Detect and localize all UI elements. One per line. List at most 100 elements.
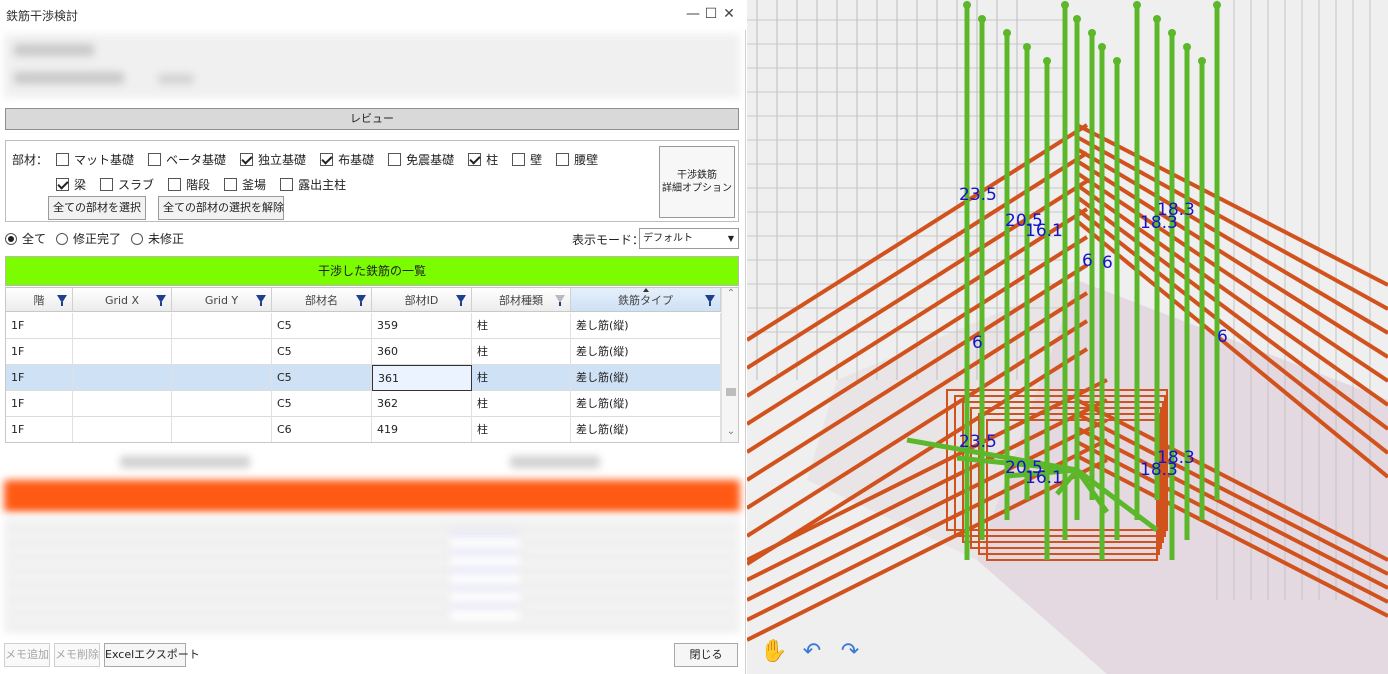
scroll-down-icon[interactable]: ⌄	[722, 426, 738, 442]
checkbox-box[interactable]	[556, 153, 570, 166]
row1-checkbox-4[interactable]: 免震基礎	[388, 151, 454, 168]
cell-member-type[interactable]: 柱	[472, 391, 571, 417]
deselect-all-members-button[interactable]: 全ての部材の選択を解除	[158, 196, 284, 220]
cell-member-type[interactable]: 柱	[472, 417, 571, 442]
rebar-scene[interactable]: 23.520.516.118.318.36 66 623.520.516.118.3…	[747, 0, 1388, 674]
cell-grid-y[interactable]	[172, 313, 272, 339]
row2-checkbox-3[interactable]: 釜場	[224, 176, 266, 193]
table-row[interactable]: 1F C5 361 柱差し筋(縦)	[6, 365, 721, 391]
checkbox-box[interactable]	[56, 178, 69, 191]
cell-grid-x[interactable]	[73, 313, 172, 339]
close-button[interactable]: 閉じる	[674, 643, 738, 667]
row1-checkbox-2[interactable]: 独立基礎	[240, 151, 306, 168]
hand-pan-icon[interactable]: ✋	[759, 638, 789, 666]
cell-member-name[interactable]: C5	[272, 391, 372, 417]
cell-member-id[interactable]: 362	[372, 391, 472, 417]
review-button[interactable]: レビュー	[5, 108, 739, 130]
cell-rebar-type[interactable]: 差し筋(縦)	[571, 391, 721, 417]
checkbox-box[interactable]	[468, 153, 482, 166]
filter-funnel-icon[interactable]	[256, 295, 266, 306]
cell-member-id[interactable]: 360	[372, 339, 472, 365]
table-row[interactable]: 1F C6 419 柱差し筋(縦)	[6, 417, 721, 442]
maximize-icon[interactable]: ☐	[702, 5, 720, 23]
table-row[interactable]: 1F C5 359 柱差し筋(縦)	[6, 313, 721, 339]
cell-member-type[interactable]: 柱	[472, 339, 571, 365]
close-icon[interactable]: ✕	[720, 5, 738, 23]
checkbox-box[interactable]	[148, 153, 162, 166]
redo-arrow-icon[interactable]: ↷	[835, 638, 865, 666]
cell-floor[interactable]: 1F	[6, 365, 73, 391]
cell-grid-x[interactable]	[73, 391, 172, 417]
checkbox-box[interactable]	[388, 153, 402, 166]
table-row[interactable]: 1F C5 362 柱差し筋(縦)	[6, 391, 721, 417]
filter-funnel-icon[interactable]	[156, 295, 166, 306]
cell-grid-y[interactable]	[172, 391, 272, 417]
row1-checkbox-6[interactable]: 壁	[512, 151, 542, 168]
row1-checkbox-3[interactable]: 布基礎	[320, 151, 374, 168]
status-radio-0[interactable]: 全て	[5, 230, 46, 247]
column-header-grid-y[interactable]: Grid Y	[172, 288, 272, 312]
cell-member-id[interactable]: 359	[372, 313, 472, 339]
cell-floor[interactable]: 1F	[6, 339, 73, 365]
column-header-member-name[interactable]: 部材名	[272, 288, 372, 312]
filter-funnel-icon[interactable]	[705, 295, 715, 306]
checkbox-box[interactable]	[100, 178, 114, 191]
cell-grid-y[interactable]	[172, 365, 272, 391]
column-header-member-type[interactable]: 部材種類	[472, 288, 571, 312]
column-header-member-id[interactable]: 部材ID	[372, 288, 472, 312]
cell-grid-x[interactable]	[73, 417, 172, 442]
column-header-grid-x[interactable]: Grid X	[73, 288, 172, 312]
cell-member-name[interactable]: C6	[272, 417, 372, 442]
cell-floor[interactable]: 1F	[6, 313, 73, 339]
status-radio-1[interactable]: 修正完了	[56, 230, 121, 247]
rebar-3d-view[interactable]: 23.5 20.5 16.1 18.3 18.3 6 6 6 6 23.5 20.5 16.1 18.3…	[747, 0, 1388, 674]
cell-grid-x[interactable]	[73, 339, 172, 365]
cell-member-id[interactable]: 419	[372, 417, 472, 442]
cell-rebar-type[interactable]: 差し筋(縦)	[571, 313, 721, 339]
cell-member-type[interactable]: 柱	[472, 313, 571, 339]
status-radio-2[interactable]: 未修正	[131, 230, 184, 247]
table-row[interactable]: 1F C5 360 柱差し筋(縦)	[6, 339, 721, 365]
row2-checkbox-4[interactable]: 露出主柱	[280, 176, 346, 193]
column-header-rebar-type[interactable]: 鉄筋タイプ	[571, 288, 721, 312]
radio-dot[interactable]	[131, 232, 144, 245]
display-mode-select[interactable]: デフォルト ▼	[639, 228, 739, 249]
cell-grid-y[interactable]	[172, 339, 272, 365]
cell-member-id[interactable]: 361	[372, 365, 472, 391]
interference-detail-options-button[interactable]: 干渉鉄筋 詳細オプション	[659, 146, 735, 218]
excel-export-button[interactable]: Excelエクスポート	[104, 643, 200, 667]
filter-funnel-icon[interactable]	[456, 295, 466, 306]
row2-checkbox-0[interactable]: 梁	[56, 176, 86, 193]
cell-grid-y[interactable]	[172, 417, 272, 442]
radio-dot[interactable]	[5, 232, 17, 245]
checkbox-box[interactable]	[240, 153, 254, 166]
checkbox-box[interactable]	[512, 153, 526, 166]
checkbox-box[interactable]	[56, 153, 70, 166]
checkbox-box[interactable]	[224, 178, 238, 191]
select-all-members-button[interactable]: 全ての部材を選択	[48, 196, 146, 220]
filter-funnel-icon[interactable]	[57, 295, 67, 306]
row1-checkbox-0[interactable]: マット基礎	[56, 151, 134, 168]
cell-rebar-type[interactable]: 差し筋(縦)	[571, 417, 721, 442]
radio-dot[interactable]	[56, 232, 69, 245]
row2-checkbox-1[interactable]: スラブ	[100, 176, 154, 193]
cell-member-name[interactable]: C5	[272, 365, 372, 391]
cell-member-name[interactable]: C5	[272, 339, 372, 365]
scroll-up-icon[interactable]: ⌃	[722, 288, 738, 304]
cell-floor[interactable]: 1F	[6, 417, 73, 442]
column-header-floor[interactable]: 階	[6, 288, 73, 312]
memo-add-button[interactable]: メモ追加	[4, 643, 50, 667]
row1-checkbox-5[interactable]: 柱	[468, 151, 498, 168]
cell-rebar-type[interactable]: 差し筋(縦)	[571, 339, 721, 365]
minimize-icon[interactable]: —	[684, 5, 702, 23]
grid-scrollbar[interactable]: ⌃ ⌄	[721, 288, 738, 442]
row2-checkbox-2[interactable]: 階段	[168, 176, 210, 193]
cell-grid-x[interactable]	[73, 365, 172, 391]
filter-funnel-icon[interactable]	[555, 295, 565, 306]
cell-member-name[interactable]: C5	[272, 313, 372, 339]
scroll-thumb[interactable]	[726, 388, 736, 396]
undo-arrow-icon[interactable]: ↶	[797, 638, 827, 666]
cell-floor[interactable]: 1F	[6, 391, 73, 417]
cell-rebar-type[interactable]: 差し筋(縦)	[571, 365, 721, 391]
checkbox-box[interactable]	[280, 178, 294, 191]
